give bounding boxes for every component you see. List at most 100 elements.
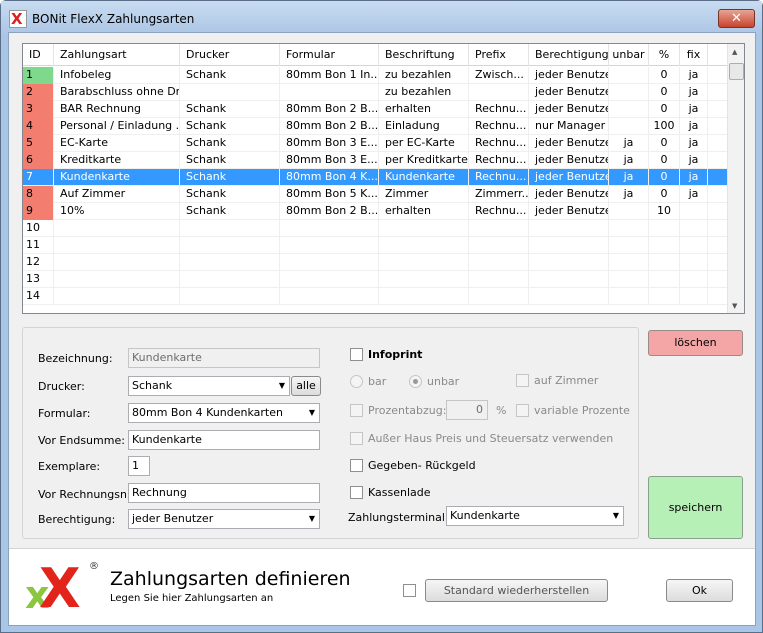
cell-berechtigung: jeder Benutzer xyxy=(529,101,609,118)
exemplare-field[interactable]: 1 xyxy=(128,456,150,476)
cell-formular xyxy=(280,84,379,101)
cell-id: 8 xyxy=(23,186,54,203)
table-row[interactable]: 3 BAR Rechnung Schank 80mm Bon 2 B... erhalt… xyxy=(23,101,728,118)
zahlungsterminal-select[interactable]: Kundenkarte ▼ xyxy=(446,506,624,526)
column-header[interactable]: Beschriftung xyxy=(379,44,469,66)
cell-pct: 0 xyxy=(649,186,680,203)
cell-drucker: Schank xyxy=(180,169,280,186)
payment-types-grid[interactable]: ID Zahlungsart Drucker Formular Beschriftung… xyxy=(22,43,745,314)
cell-berechtigung xyxy=(529,237,609,254)
registered-mark: ® xyxy=(89,561,99,572)
grid-rows: 1 Infobeleg Schank 80mm Bon 1 In... zu bezah… xyxy=(23,67,728,305)
ok-button[interactable]: Ok xyxy=(666,579,733,602)
table-row[interactable]: 4 Personal / Einladung ... Schank 80mm Bon … xyxy=(23,118,728,135)
grid-header: ID Zahlungsart Drucker Formular Beschriftung… xyxy=(23,44,728,66)
column-header[interactable]: fix xyxy=(680,44,708,66)
cell-drucker xyxy=(180,288,280,305)
table-row[interactable]: 1 Infobeleg Schank 80mm Bon 1 In... zu bezah… xyxy=(23,67,728,84)
cell-zahlungsart xyxy=(54,254,180,271)
table-row[interactable]: 12 xyxy=(23,254,728,271)
cell-unbar: ja xyxy=(609,135,649,152)
column-header[interactable]: ID xyxy=(23,44,54,66)
vor-endsumme-field[interactable]: Kundenkarte xyxy=(128,430,320,450)
loeschen-button[interactable]: löschen xyxy=(648,330,743,356)
scroll-down-icon[interactable]: ▼ xyxy=(732,302,737,310)
vertical-scrollbar[interactable]: ▲ ▼ xyxy=(727,44,744,313)
berechtigung-select[interactable]: jeder Benutzer ▼ xyxy=(128,509,320,529)
cell-id: 6 xyxy=(23,152,54,169)
cell-prefix: Zwisch... xyxy=(469,67,529,84)
column-header[interactable]: Formular xyxy=(280,44,379,66)
bar-radio[interactable] xyxy=(350,375,363,388)
cell-fix xyxy=(680,271,708,288)
table-row[interactable]: 7 Kundenkarte Schank 80mm Bon 4 K... Kundenk… xyxy=(23,169,728,186)
table-row[interactable]: 6 Kreditkarte Schank 80mm Bon 3 E... per Kre… xyxy=(23,152,728,169)
cell-beschriftung xyxy=(379,271,469,288)
cell-prefix xyxy=(469,254,529,271)
cell-id: 13 xyxy=(23,271,54,288)
table-row[interactable]: 2 Barabschluss ohne Dr... zu bezahlen jeder… xyxy=(23,84,728,101)
table-row[interactable]: 10 xyxy=(23,220,728,237)
cell-fix: ja xyxy=(680,84,708,101)
cell-fix: ja xyxy=(680,186,708,203)
column-header[interactable]: unbar xyxy=(609,44,649,66)
cell-id: 5 xyxy=(23,135,54,152)
gegeben-rueckgeld-checkbox[interactable] xyxy=(350,459,363,472)
zahlungsterminal-label: Zahlungsterminal: xyxy=(348,511,449,524)
cell-pct xyxy=(649,271,680,288)
standard-wiederherstellen-button[interactable]: Standard wiederherstellen xyxy=(425,579,608,602)
cell-drucker xyxy=(180,220,280,237)
column-header[interactable]: Drucker xyxy=(180,44,280,66)
speichern-button[interactable]: speichern xyxy=(648,476,743,539)
cell-zahlungsart: Kreditkarte xyxy=(54,152,180,169)
cell-berechtigung: jeder Benutzer xyxy=(529,152,609,169)
edit-form: Bezeichnung: Kundenkarte Drucker: Schank… xyxy=(22,327,639,539)
column-header[interactable]: Berechtigung xyxy=(529,44,609,66)
table-row[interactable]: 5 EC-Karte Schank 80mm Bon 3 E... per EC-Kar… xyxy=(23,135,728,152)
cell-zahlungsart: Barabschluss ohne Dr... xyxy=(54,84,180,101)
cell-prefix: Rechnu... xyxy=(469,203,529,220)
ausser-haus-checkbox[interactable] xyxy=(350,432,363,445)
table-row[interactable]: 11 xyxy=(23,237,728,254)
table-row[interactable]: 9 10% Schank 80mm Bon 2 B... erhalten Rechnu.… xyxy=(23,203,728,220)
scroll-thumb[interactable] xyxy=(729,63,744,80)
cell-fix xyxy=(680,254,708,271)
column-header[interactable]: Prefix xyxy=(469,44,529,66)
kassenlade-checkbox[interactable] xyxy=(350,486,363,499)
prozentabzug-checkbox[interactable] xyxy=(350,404,363,417)
unbar-radio[interactable] xyxy=(409,375,422,388)
scroll-up-icon[interactable]: ▲ xyxy=(732,48,737,56)
alle-button[interactable]: alle xyxy=(291,376,321,396)
variable-prozente-checkbox[interactable] xyxy=(516,404,529,417)
column-header[interactable]: Zahlungsart xyxy=(54,44,180,66)
cell-id: 2 xyxy=(23,84,54,101)
cell-prefix xyxy=(469,84,529,101)
close-button[interactable]: ✕ xyxy=(718,9,755,28)
standard-checkbox[interactable] xyxy=(403,584,416,597)
table-row[interactable]: 8 Auf Zimmer Schank 80mm Bon 5 K... Zimmer Zi… xyxy=(23,186,728,203)
cell-unbar: ja xyxy=(609,152,649,169)
cell-unbar xyxy=(609,118,649,135)
cell-beschriftung: Zimmer xyxy=(379,186,469,203)
formular-select[interactable]: 80mm Bon 4 Kundenkarten ▼ xyxy=(128,403,320,423)
table-row[interactable]: 13 xyxy=(23,271,728,288)
vor-rechnungsnr-field[interactable]: Rechnung xyxy=(128,483,320,503)
infoprint-checkbox[interactable] xyxy=(350,348,363,361)
table-row[interactable]: 14 xyxy=(23,288,728,305)
cell-drucker: Schank xyxy=(180,186,280,203)
cell-zahlungsart: Personal / Einladung ... xyxy=(54,118,180,135)
cell-formular xyxy=(280,220,379,237)
cell-pct xyxy=(649,254,680,271)
chevron-down-icon: ▼ xyxy=(278,381,285,390)
berechtigung-label: Berechtigung: xyxy=(38,513,116,526)
cell-id: 12 xyxy=(23,254,54,271)
cell-pct: 0 xyxy=(649,169,680,186)
auf-zimmer-checkbox[interactable] xyxy=(516,374,529,387)
cell-prefix xyxy=(469,288,529,305)
prozentabzug-field[interactable]: 0 xyxy=(446,400,488,420)
cell-fix: ja xyxy=(680,101,708,118)
drucker-select[interactable]: Schank ▼ xyxy=(128,376,290,396)
bezeichnung-field[interactable]: Kundenkarte xyxy=(128,348,320,368)
cell-beschriftung: per EC-Karte xyxy=(379,135,469,152)
column-header[interactable]: % xyxy=(649,44,680,66)
